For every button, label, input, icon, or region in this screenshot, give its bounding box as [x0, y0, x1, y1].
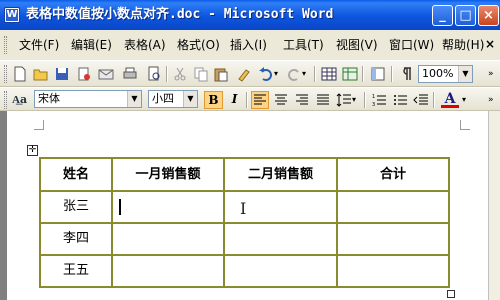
close-button[interactable]: ×: [478, 5, 499, 26]
header-total[interactable]: 合计: [336, 157, 450, 192]
toolbar-grip[interactable]: [4, 91, 7, 109]
toolbar-separator: [166, 66, 168, 82]
cell-name[interactable]: 李四: [39, 222, 113, 256]
redo-icon[interactable]: [286, 66, 302, 82]
margin-corner-mark: [34, 120, 44, 130]
undo-icon[interactable]: [258, 66, 274, 82]
toolbar-separator: [433, 92, 435, 108]
font-name-value: 宋体: [38, 92, 60, 105]
toolbar-options-icon[interactable]: »: [488, 66, 500, 82]
print-icon[interactable]: [122, 66, 138, 82]
document-map-icon[interactable]: [370, 66, 386, 82]
table-row: 李四: [39, 222, 450, 256]
table-move-handle-icon[interactable]: ✛: [27, 145, 38, 156]
margin-corner-mark: [460, 120, 470, 130]
sales-table: 姓名 一月销售额 二月销售额 合计 张三 李四 王五: [39, 157, 450, 288]
standard-toolbar: ▾ ▾ 100% ▼ »: [0, 60, 500, 87]
align-right-icon[interactable]: [294, 92, 310, 108]
new-document-icon[interactable]: [12, 66, 28, 82]
cell-january[interactable]: [111, 254, 225, 288]
open-folder-icon[interactable]: [33, 66, 49, 82]
zoom-value: 100%: [422, 67, 454, 80]
font-size-value: 小四: [152, 92, 174, 105]
cell-name[interactable]: 张三: [39, 190, 113, 224]
toolbar-separator: [391, 66, 393, 82]
toolbar-separator: [362, 66, 364, 82]
bullets-icon[interactable]: [392, 92, 408, 108]
word-app-icon[interactable]: W: [4, 7, 20, 23]
menu-bar: 文件(F) 编辑(E) 表格(A) 格式(O) 插入(I) 工具(T) 视图(V…: [0, 30, 500, 60]
font-color-dropdown-icon[interactable]: ▾: [462, 92, 478, 108]
cell-total[interactable]: [336, 222, 450, 256]
justify-icon[interactable]: [315, 92, 331, 108]
cell-january[interactable]: [111, 190, 225, 224]
line-spacing-icon[interactable]: [336, 92, 352, 108]
menu-table[interactable]: 表格(A): [124, 38, 166, 52]
menu-edit[interactable]: 编辑(E): [71, 38, 112, 52]
toolbar-separator: [314, 66, 316, 82]
styles-icon[interactable]: A͟a: [12, 92, 36, 108]
bold-button[interactable]: B: [204, 91, 223, 109]
font-name-select[interactable]: 宋体 ▼: [34, 90, 142, 108]
insert-excel-icon[interactable]: [342, 66, 358, 82]
cell-name[interactable]: 王五: [39, 254, 113, 288]
table-resize-handle-icon[interactable]: [447, 290, 455, 298]
align-center-icon[interactable]: [273, 92, 289, 108]
vertical-scrollbar[interactable]: [488, 111, 500, 300]
toolbar-separator: [364, 92, 366, 108]
maximize-button[interactable]: □: [455, 5, 476, 26]
italic-button[interactable]: I: [225, 91, 244, 109]
minimize-button[interactable]: _: [432, 5, 453, 26]
menu-file[interactable]: 文件(F): [19, 38, 59, 52]
svg-text:3: 3: [372, 102, 375, 108]
menubar-grip[interactable]: [4, 36, 7, 54]
cell-february[interactable]: [223, 222, 338, 256]
chevron-down-icon[interactable]: ▼: [458, 66, 472, 82]
zoom-select[interactable]: 100% ▼: [418, 65, 473, 83]
insert-table-icon[interactable]: [321, 66, 337, 82]
menu-window[interactable]: 窗口(W): [389, 38, 434, 52]
email-icon[interactable]: [98, 66, 114, 82]
toolbar-grip[interactable]: [4, 65, 7, 83]
title-bar: W 表格中数值按小数点对齐.doc - Microsoft Word _ □ ×: [0, 0, 500, 30]
cell-total[interactable]: [336, 190, 450, 224]
cut-icon[interactable]: [172, 66, 188, 82]
font-size-select[interactable]: 小四 ▼: [148, 90, 198, 108]
decrease-indent-icon[interactable]: [413, 92, 429, 108]
menu-view[interactable]: 视图(V): [336, 38, 378, 52]
header-february-sales[interactable]: 二月销售额: [223, 157, 338, 192]
format-painter-icon[interactable]: [236, 66, 252, 82]
permission-icon[interactable]: [76, 66, 92, 82]
chevron-down-icon[interactable]: ▼: [127, 91, 141, 107]
header-name[interactable]: 姓名: [39, 157, 113, 192]
formatting-toolbar: A͟a 宋体 ▼ 小四 ▼ B I ▾ 13 A ▾ »: [0, 87, 500, 111]
print-preview-icon[interactable]: [146, 66, 162, 82]
window-title: 表格中数值按小数点对齐.doc - Microsoft Word: [26, 7, 334, 22]
numbering-icon[interactable]: 13: [371, 92, 387, 108]
align-left-icon[interactable]: [251, 91, 269, 109]
paste-icon[interactable]: [213, 66, 229, 82]
copy-icon[interactable]: [193, 66, 209, 82]
text-cursor: [119, 198, 121, 215]
chevron-down-icon[interactable]: ▼: [183, 91, 197, 107]
cell-total[interactable]: [336, 254, 450, 288]
save-icon[interactable]: [54, 66, 70, 82]
toolbar-separator: [246, 92, 248, 108]
menu-insert[interactable]: 插入(I): [230, 38, 267, 52]
cell-january[interactable]: [111, 222, 225, 256]
svg-text:1: 1: [372, 94, 375, 100]
menu-tools[interactable]: 工具(T): [283, 38, 324, 52]
cell-february[interactable]: [223, 254, 338, 288]
table-header-row: 姓名 一月销售额 二月销售额 合计: [39, 157, 450, 192]
menu-help[interactable]: 帮助(H): [442, 38, 484, 52]
ibeam-cursor-icon: I: [240, 199, 247, 218]
table-row: 王五: [39, 254, 450, 288]
show-formatting-icon[interactable]: [398, 66, 414, 82]
menu-format[interactable]: 格式(O): [177, 38, 220, 52]
toolbar-options-icon[interactable]: »: [488, 92, 500, 108]
document-close-icon[interactable]: ×: [483, 37, 497, 51]
header-january-sales[interactable]: 一月销售额: [111, 157, 225, 192]
font-color-icon[interactable]: A: [441, 92, 459, 108]
